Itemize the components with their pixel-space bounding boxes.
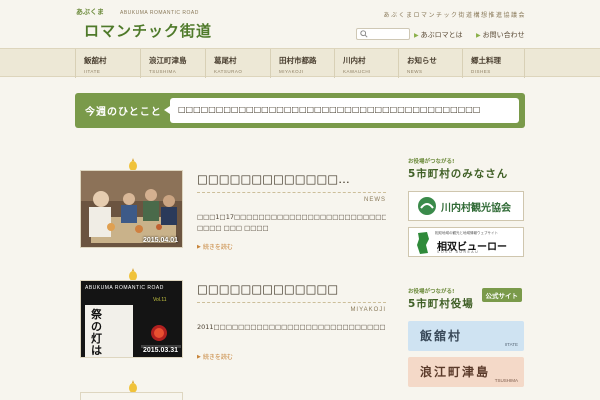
main-navigation: 飯舘村 IITATE 浪江町津島 TSUSHIMA 葛尾村 KATSURAO 田… [0, 48, 600, 78]
soso-bureau-english: SOSO BUREAU [437, 250, 480, 254]
read-more-label: 続きを読む [202, 244, 233, 251]
arrow-right-icon: ▶ [197, 243, 201, 250]
post-date: 2015.03.31 [142, 347, 178, 354]
nav-item-sublabel: MIYAKOJI [279, 69, 304, 74]
section-heading-title: 5市町村のみなさん [408, 168, 509, 180]
nav-item-miyakoji[interactable]: 田村市都路 MIYAKOJI [270, 49, 334, 78]
nav-item-label: 葛尾村 [214, 56, 237, 65]
village-link-tsushima[interactable]: 浪江町津島 TSUSHIMA [408, 357, 524, 387]
official-site-badge: 公式サイト [481, 288, 522, 302]
nav-item-iitate[interactable]: 飯舘村 IITATE [75, 49, 140, 78]
nav-item-sublabel: KATSURAO [214, 69, 243, 74]
post-thumbnail[interactable]: ABUKUMA ROMANTIC ROAD Vol.11 祭の灯は 2015.0… [80, 280, 183, 358]
magazine-title: ABUKUMA ROMANTIC ROAD [85, 285, 164, 291]
nav-item-sublabel: NEWS [407, 69, 423, 74]
nav-item-sublabel: KAWAUCHI [343, 69, 371, 74]
post-category[interactable]: MIYAKOJI [350, 307, 386, 313]
nav-item-label: 田村市都路 [279, 56, 317, 65]
post-item: ABUKUMA ROMANTIC ROAD Vol.11 祭の灯は 2015.0… [80, 268, 386, 362]
weekly-message-box: □□□□□□□□□□□□□□□□□□□□□□□□□□□□□□□□□□□□□□□□ [164, 98, 519, 123]
post-title-link[interactable]: □□□□□□□□□□□□□… [197, 172, 386, 186]
logo-main-text: ロマンチック街道 [84, 22, 213, 40]
weekly-label: 今週のひとこと [85, 107, 162, 118]
contact-link-label: お問い合わせ [482, 31, 525, 39]
post-thumbnail[interactable] [80, 392, 183, 400]
village-name-english: IITATE [504, 342, 518, 347]
read-more-link[interactable]: ▶ 続きを読む [197, 352, 233, 362]
post-category[interactable]: NEWS [364, 197, 386, 203]
read-more-label: 続きを読む [202, 354, 233, 361]
divider [197, 192, 386, 193]
contact-link[interactable]: ▶ お問い合わせ [476, 30, 525, 40]
arrow-right-icon: ▶ [414, 31, 419, 39]
search-icon [360, 30, 368, 38]
post-title-link[interactable]: □□□□□□□□□□□□□ [197, 282, 386, 296]
nav-item-news[interactable]: お知らせ NEWS [398, 49, 462, 78]
soso-bureau-description: 相双地域の観光と地域情報ウェブサイト [435, 231, 498, 235]
post-item [80, 380, 386, 400]
village-name: 飯舘村 [420, 329, 463, 343]
magazine-headline: 祭の灯は [91, 308, 102, 357]
site-tagline: あぶくまロマンチック街道構想推進協議会 [383, 12, 526, 19]
post-thumbnail[interactable]: 2015.04.01 [80, 170, 183, 248]
nav-item-sublabel: DISHES [471, 69, 491, 74]
site-header: あぶくま ABUKUMA ROMANTIC ROAD ロマンチック街道 あぶくま… [0, 0, 600, 48]
section-heading-small: お役場がつながる! [408, 159, 455, 165]
kawauchi-tourism-label: 川内村観光協会 [441, 202, 511, 214]
about-link[interactable]: ▶ あぶロマとは [414, 30, 463, 40]
village-link-iitate[interactable]: 飯舘村 IITATE [408, 321, 524, 351]
logo-small-text: あぶくま [76, 8, 104, 16]
soso-bureau-banner[interactable]: 相双地域の観光と地域情報ウェブサイト 相双ビューロー SOSO BUREAU [408, 227, 524, 257]
search-input[interactable] [369, 29, 409, 39]
nav-item-label: 浪江町津島 [149, 56, 187, 65]
about-link-label: あぶロマとは [420, 31, 463, 39]
nav-item-label: 郷土料理 [471, 56, 501, 65]
divider [197, 302, 386, 303]
post-excerpt: 2011□□□□□□□□□□□□□□□□□□□□□□□□□□□□□□□□□□□□… [197, 323, 386, 331]
section-heading-title: 5市町村役場 [408, 298, 474, 310]
magazine-volume: Vol.11 [153, 297, 167, 303]
sidebar-section-heading: お役場がつながる! 5市町村役場 公式サイト [406, 287, 524, 317]
nav-item-dishes[interactable]: 郷土料理 DISHES [462, 49, 525, 78]
arrow-right-icon: ▶ [197, 353, 201, 360]
nav-item-kawauchi[interactable]: 川内村 KAWAUCHI [334, 49, 398, 78]
kawauchi-logo-icon [418, 197, 436, 215]
arrow-right-icon: ▶ [476, 31, 481, 39]
post-date: 2015.04.01 [142, 237, 178, 244]
post-item: 2015.04.01 □□□□□□□□□□□□□… NEWS □□□1□17□□… [80, 158, 386, 252]
weekly-message-text: □□□□□□□□□□□□□□□□□□□□□□□□□□□□□□□□□□□□□□□□ [178, 105, 481, 114]
weekly-message-banner: 今週のひとこと □□□□□□□□□□□□□□□□□□□□□□□□□□□□□□□□… [75, 93, 525, 128]
village-name-english: TSUSHIMA [494, 378, 518, 383]
nav-item-label: 飯舘村 [84, 56, 107, 65]
search-box[interactable] [356, 28, 410, 40]
village-name: 浪江町津島 [420, 365, 491, 379]
nav-item-tsushima[interactable]: 浪江町津島 TSUSHIMA [140, 49, 205, 78]
nav-item-sublabel: IITATE [84, 69, 101, 74]
sidebar-section-heading: お役場がつながる! 5市町村のみなさん [406, 157, 524, 187]
logo-english-text: ABUKUMA ROMANTIC ROAD [120, 10, 199, 16]
site-logo[interactable]: あぶくま ABUKUMA ROMANTIC ROAD ロマンチック街道 [76, 7, 226, 43]
nav-item-sublabel: TSUSHIMA [149, 69, 177, 74]
read-more-link[interactable]: ▶ 続きを読む [197, 242, 233, 252]
section-heading-small: お役場がつながる! [408, 289, 455, 295]
nav-item-label: お知らせ [407, 56, 437, 65]
kawauchi-tourism-banner[interactable]: 川内村観光協会 [408, 191, 524, 221]
nav-item-katsurao[interactable]: 葛尾村 KATSURAO [205, 49, 270, 78]
post-excerpt: □□□1□17□□□□□□□□□□□□□□□□□□□□□□□□□□□□ □□□□… [197, 213, 386, 232]
soso-map-icon [417, 232, 429, 254]
nav-item-label: 川内村 [343, 56, 366, 65]
